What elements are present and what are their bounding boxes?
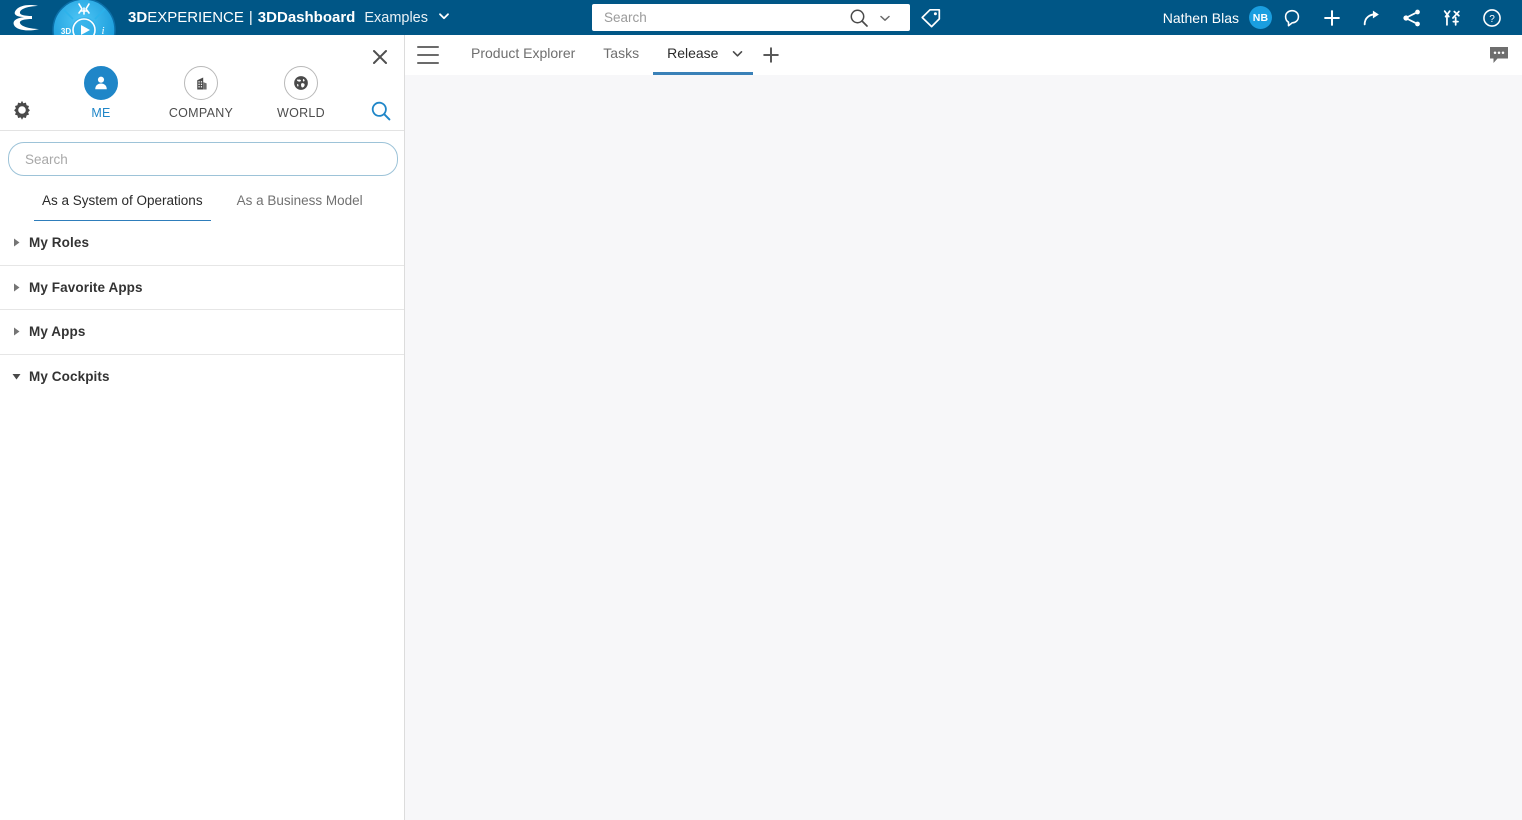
- close-icon[interactable]: [367, 44, 393, 70]
- accordion-label: My Favorite Apps: [29, 279, 143, 295]
- tab-tasks[interactable]: Tasks: [589, 36, 653, 75]
- dassault-systemes-logo[interactable]: [8, 2, 50, 34]
- segment-me[interactable]: ME: [53, 66, 149, 120]
- dashboard-name[interactable]: Examples: [364, 10, 428, 26]
- accordion-label: My Cockpits: [29, 368, 110, 384]
- chevron-down-icon[interactable]: [730, 46, 745, 61]
- panel-tabs: As a System of Operations As a Business …: [0, 185, 404, 223]
- accordion-label: My Roles: [29, 235, 90, 251]
- search-input[interactable]: [602, 4, 844, 31]
- triangle-right-icon: [5, 282, 27, 293]
- add-tab-button[interactable]: [753, 36, 789, 75]
- triangle-down-icon: [5, 371, 27, 382]
- share-network-icon[interactable]: [1392, 0, 1432, 35]
- user-toolbar: Nathen Blas NB ?: [1163, 0, 1512, 35]
- add-icon[interactable]: [1312, 0, 1352, 35]
- svg-text:?: ?: [1489, 14, 1495, 25]
- panel-search-input[interactable]: [23, 145, 377, 173]
- product-title: 3D EXPERIENCE | 3DD ashboard Examples: [128, 0, 451, 35]
- building-icon: [184, 66, 218, 100]
- triangle-right-icon: [5, 237, 27, 248]
- segment-world[interactable]: WORLD: [253, 66, 349, 120]
- search-icon[interactable]: [848, 7, 870, 29]
- accordion-list: My Roles My Favorite Apps My Apps My Coc…: [0, 221, 404, 398]
- user-name-label[interactable]: Nathen Blas: [1163, 10, 1239, 26]
- swym-icon[interactable]: [1432, 0, 1472, 35]
- triangle-right-icon: [5, 326, 27, 337]
- accordion-item-my-apps[interactable]: My Apps: [0, 310, 404, 355]
- share-arrow-icon[interactable]: [1352, 0, 1392, 35]
- top-header-bar: 3D i V.R 3DEXPERIENCE | 3DDashboard Exam…: [0, 0, 1522, 62]
- segment-label: ME: [91, 106, 111, 120]
- segment-label: WORLD: [276, 106, 326, 120]
- main-content-area: Product Explorer Tasks Release: [405, 35, 1522, 820]
- search-chevron-down-icon[interactable]: [876, 9, 894, 27]
- help-icon[interactable]: ?: [1472, 0, 1512, 35]
- title-separator: |: [248, 9, 253, 26]
- person-icon: [84, 66, 118, 100]
- segment-label: COMPANY: [168, 106, 234, 120]
- chevron-down-icon[interactable]: [437, 9, 451, 27]
- tab-release-label: Release: [667, 45, 719, 61]
- accordion-item-my-favorite-apps[interactable]: My Favorite Apps: [0, 265, 404, 310]
- brand-3dd: 3DD: [257, 9, 288, 26]
- accordion-item-my-roles[interactable]: My Roles: [0, 221, 404, 266]
- accordion-label: My Apps: [29, 324, 86, 340]
- panel-search-icon[interactable]: [369, 99, 393, 123]
- tab-as-a-business-model[interactable]: As a Business Model: [229, 185, 371, 223]
- left-navigation-panel: ME COMPANY WORLD Search As a System of O…: [0, 35, 405, 820]
- brand-experience: EXPERIENCE: [147, 9, 244, 26]
- tab-as-a-system-of-operations[interactable]: As a System of Operations: [34, 185, 211, 223]
- gear-icon[interactable]: [10, 98, 34, 122]
- application-root: 3D i V.R 3DEXPERIENCE | 3DDashboard Exam…: [0, 0, 1522, 820]
- comment-icon[interactable]: [1486, 43, 1512, 67]
- tag-icon[interactable]: [919, 6, 943, 30]
- brand-3d: 3D: [128, 9, 148, 26]
- avatar[interactable]: NB: [1249, 6, 1272, 29]
- tab-product-explorer[interactable]: Product Explorer: [457, 36, 589, 75]
- notification-icon[interactable]: [1272, 0, 1312, 35]
- dashboard-tab-bar: Product Explorer Tasks Release: [405, 35, 1522, 76]
- global-search-box[interactable]: [592, 4, 910, 31]
- accordion-item-my-cockpits[interactable]: My Cockpits: [0, 354, 404, 398]
- panel-search-box[interactable]: [8, 142, 398, 176]
- tab-release[interactable]: Release: [653, 36, 754, 75]
- hamburger-icon[interactable]: [417, 46, 439, 64]
- globe-icon: [284, 66, 318, 100]
- panel-context-switcher: ME COMPANY WORLD: [0, 35, 404, 131]
- brand-ashboard: ashboard: [287, 9, 356, 26]
- segment-company[interactable]: COMPANY: [153, 66, 249, 120]
- dashboard-canvas: [405, 75, 1522, 820]
